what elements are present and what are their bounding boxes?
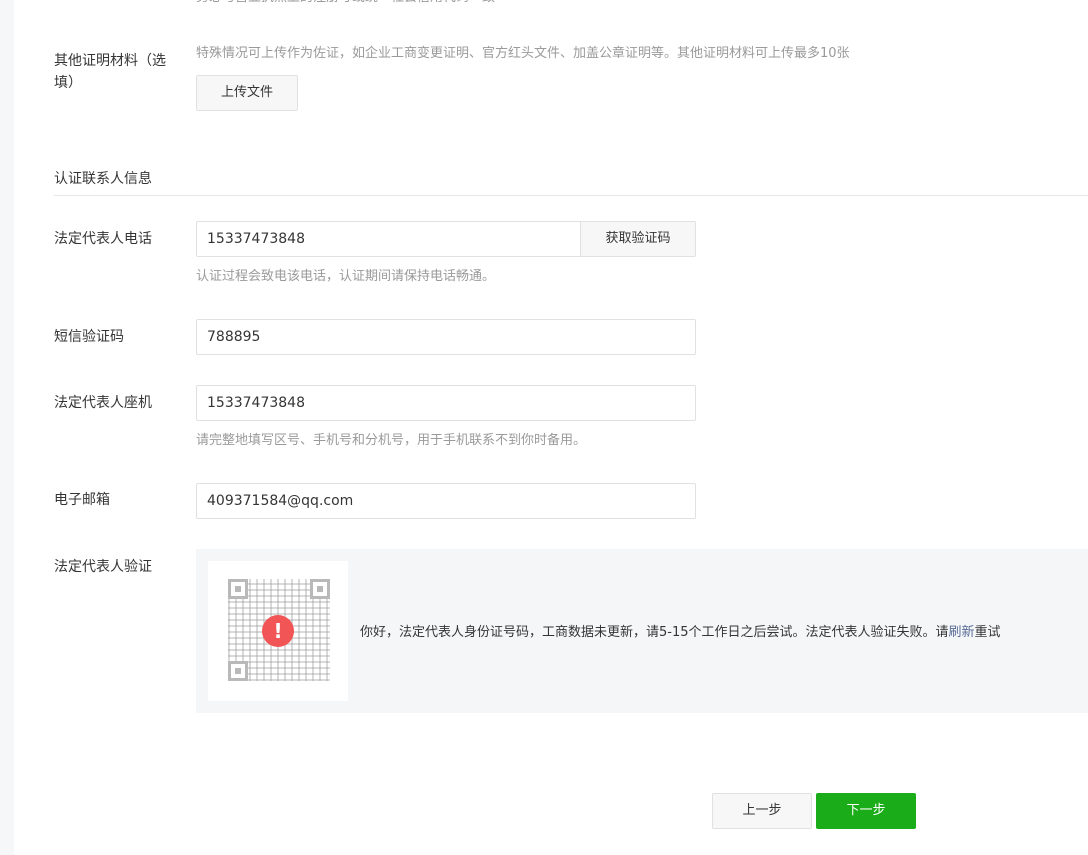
warning-icon: ! — [262, 615, 294, 647]
refresh-link[interactable]: 刷新 — [949, 625, 975, 640]
get-code-button[interactable]: 获取验证码 — [580, 221, 696, 257]
phone-input[interactable]: 15337473848 — [196, 221, 582, 257]
landline-hint: 请完整地填写区号、手机号和分机号，用于手机联系不到你时备用。 — [196, 433, 587, 448]
qr-code: ! — [208, 561, 348, 701]
verify-message-suffix: 重试 — [974, 625, 1001, 640]
email-label: 电子邮箱 — [54, 492, 110, 508]
prev-step-button[interactable]: 上一步 — [712, 793, 812, 829]
section-divider — [54, 195, 1088, 196]
verify-message: 你好，法定代表人身份证号码，工商数据未更新，请5-15个工作日之后尝试。法定代表… — [360, 621, 1001, 640]
registration-number-hint: 务必与营业执照上的注册号或统一社会信用代码一致 — [196, 0, 495, 8]
email-input[interactable]: 409371584@qq.com — [196, 483, 696, 519]
qr-finder-top-left — [228, 579, 248, 599]
form-panel: 务必与营业执照上的注册号或统一社会信用代码一致 其他证明材料（选 填） 特殊情况… — [14, 0, 1088, 855]
other-materials-label: 其他证明材料（选 填） — [54, 50, 184, 94]
verify-message-text: 你好，法定代表人身份证号码，工商数据未更新，请5-15个工作日之后尝试。法定代表… — [360, 625, 949, 640]
phone-label: 法定代表人电话 — [54, 231, 152, 247]
qr-finder-top-right — [310, 579, 330, 599]
legal-verify-box: ! 你好，法定代表人身份证号码，工商数据未更新，请5-15个工作日之后尝试。法定… — [196, 549, 1088, 713]
upload-file-button[interactable]: 上传文件 — [196, 75, 298, 111]
landline-label: 法定代表人座机 — [54, 395, 152, 411]
qr-finder-bottom-left — [228, 661, 248, 681]
sms-code-input[interactable]: 788895 — [196, 319, 696, 355]
legal-verify-label: 法定代表人验证 — [54, 559, 152, 575]
other-materials-hint: 特殊情况可上传作为佐证，如企业工商变更证明、官方红头文件、加盖公章证明等。其他证… — [196, 46, 850, 61]
sms-code-label: 短信验证码 — [54, 329, 124, 345]
other-materials-label-line1: 其他证明材料（选 — [54, 53, 166, 69]
other-materials-label-line2: 填） — [54, 75, 82, 91]
phone-hint: 认证过程会致电该电话，认证期间请保持电话畅通。 — [196, 269, 496, 284]
next-step-button[interactable]: 下一步 — [816, 793, 916, 829]
landline-input[interactable]: 15337473848 — [196, 385, 696, 421]
contact-section-title: 认证联系人信息 — [54, 171, 152, 187]
